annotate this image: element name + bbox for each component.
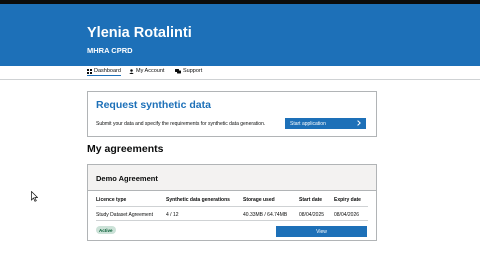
request-card-title: Request synthetic data	[96, 99, 211, 111]
expiry-date-value: 08/04/2026	[334, 212, 360, 218]
my-agreements-heading: My agreements	[87, 143, 164, 155]
storage-value: 40.33MB / 64.74MB	[243, 212, 288, 218]
table-divider	[96, 206, 368, 207]
column-header-expiry-date: Expiry date	[334, 197, 361, 203]
column-header-storage: Storage used	[243, 197, 275, 203]
nav-support-label: Support	[183, 68, 203, 74]
nav-my-account[interactable]: My Account	[129, 68, 164, 74]
mouse-cursor-icon	[31, 189, 39, 207]
licence-type-value: Study Dataset Agreement	[96, 212, 153, 218]
nav-dashboard[interactable]: Dashboard	[87, 68, 121, 76]
column-header-licence-type: Licence type	[96, 197, 127, 203]
request-synthetic-data-card: Request synthetic data Submit your data …	[87, 91, 377, 137]
status-badge: Active	[96, 226, 116, 234]
person-icon	[129, 68, 134, 74]
agreement-title: Demo Agreement	[96, 174, 158, 183]
agreement-card: Demo Agreement Licence type Synthetic da…	[87, 164, 377, 241]
header-banner: Ylenia Rotalinti MHRA CPRD	[0, 4, 480, 66]
nav-my-account-label: My Account	[136, 68, 165, 74]
grid-icon	[87, 68, 92, 74]
nav-dashboard-label: Dashboard	[94, 68, 121, 74]
organisation-name: MHRA CPRD	[87, 46, 133, 55]
table-divider	[96, 220, 368, 221]
view-agreement-button[interactable]: View	[276, 226, 367, 237]
chevron-right-icon	[357, 119, 361, 128]
column-header-start-date: Start date	[299, 197, 323, 203]
agreement-card-header: Demo Agreement	[88, 165, 376, 191]
nav-support[interactable]: Support	[175, 68, 202, 74]
column-header-generations: Synthetic data generations	[166, 197, 230, 203]
main-nav: Dashboard My Account Support	[0, 66, 480, 80]
start-date-value: 08/04/2025	[299, 212, 325, 218]
generations-value: 4 / 12	[166, 212, 179, 218]
request-card-description: Submit your data and specify the require…	[96, 121, 266, 127]
user-name: Ylenia Rotalinti	[87, 25, 192, 41]
chat-icon	[175, 68, 181, 74]
start-application-button[interactable]: Start application	[285, 118, 366, 129]
start-application-label: Start application	[290, 120, 326, 127]
